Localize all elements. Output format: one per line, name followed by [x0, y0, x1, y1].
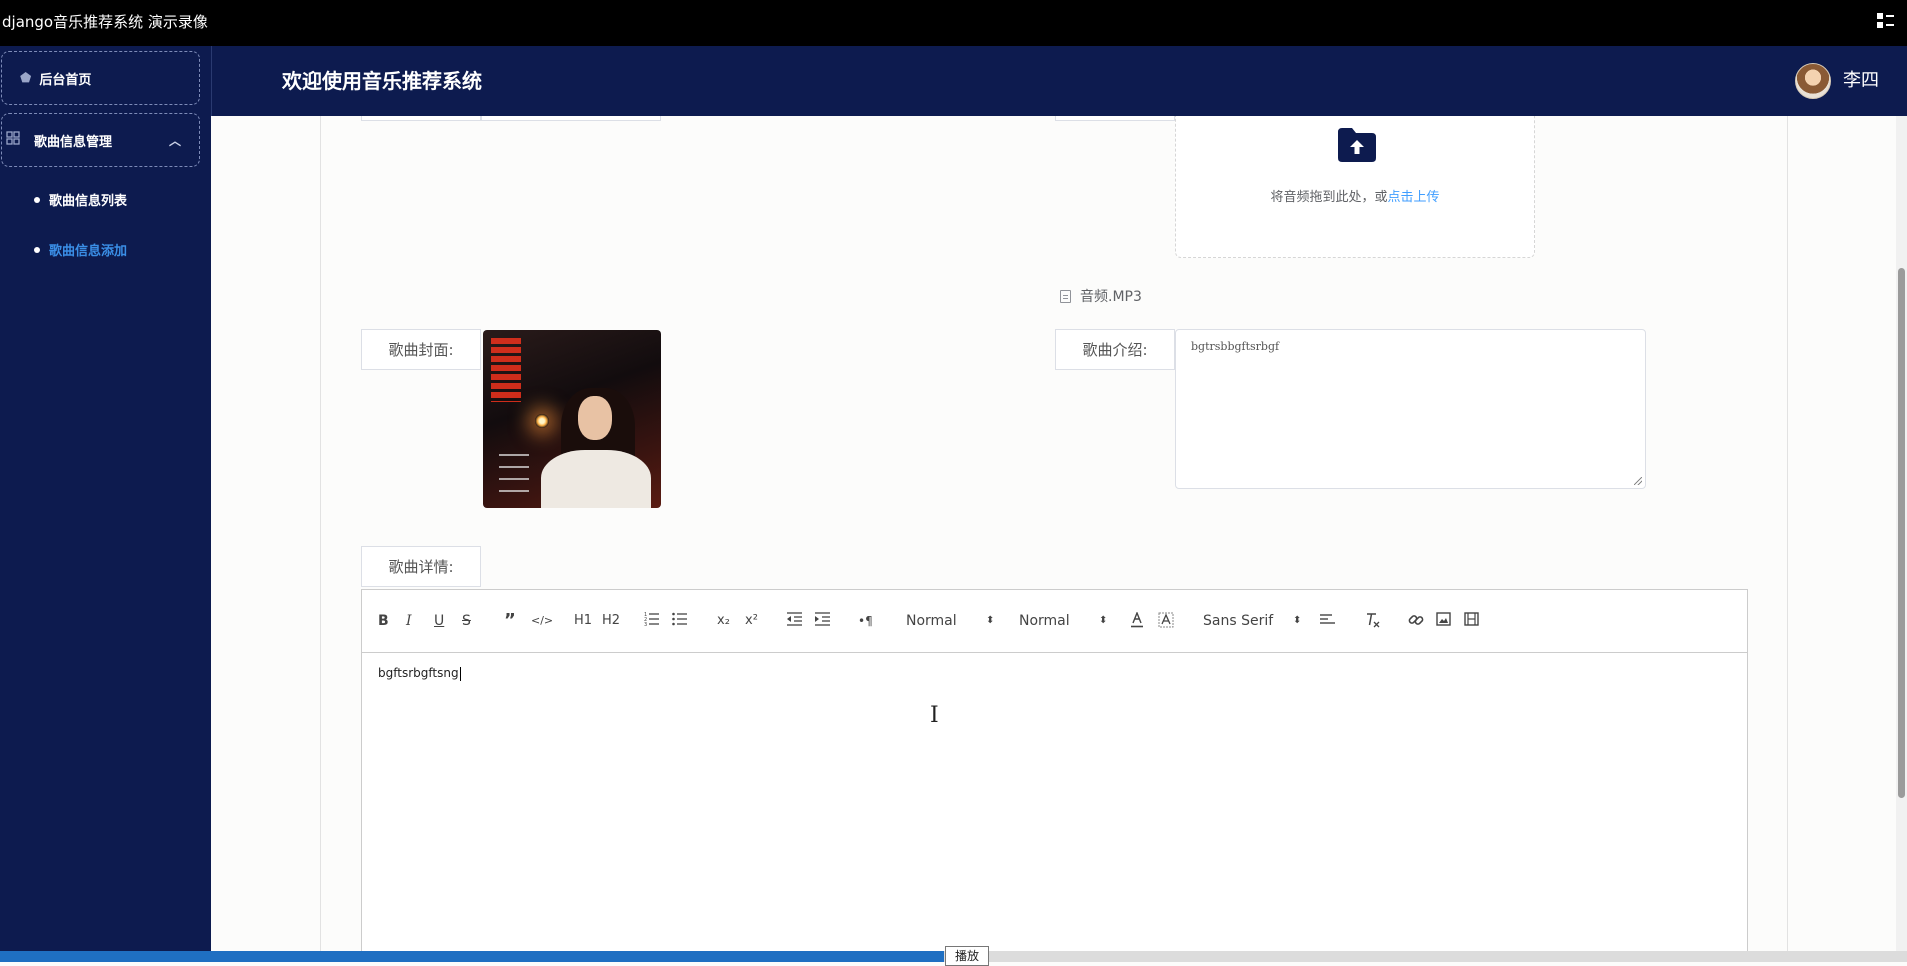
resize-handle-icon[interactable]	[1634, 477, 1642, 485]
uploaded-file-name: 音频.MP3	[1080, 289, 1142, 305]
upload-hint: 将音频拖到此处，或点击上传	[1176, 186, 1534, 205]
outdent-icon[interactable]	[787, 612, 802, 630]
bold-button[interactable]: B	[378, 612, 389, 630]
uploaded-file-item[interactable]: 音频.MP3	[1060, 286, 1142, 306]
subscript-button[interactable]: x₂	[717, 612, 730, 630]
editor-text: bgftsrbgftsng	[378, 666, 459, 680]
user-name[interactable]: 李四	[1843, 46, 1879, 116]
scrollbar-thumb[interactable]	[1898, 268, 1905, 798]
editor-content[interactable]: bgftsrbgftsng	[378, 666, 461, 681]
indent-icon[interactable]	[815, 612, 830, 630]
sidebar-item-song-list[interactable]: 歌曲信息列表	[34, 190, 127, 209]
sidebar-subitem-label: 歌曲信息添加	[49, 244, 128, 259]
background-color-icon[interactable]	[1158, 612, 1174, 630]
intro-textarea[interactable]: bgtrsbbgftsrbgf	[1175, 329, 1646, 489]
click-upload-link[interactable]: 点击上传	[1388, 190, 1440, 205]
intro-text: bgtrsbbgftsrbgf	[1191, 340, 1280, 353]
form-label-stub	[361, 116, 481, 121]
sidebar-item-label: 歌曲信息管理	[34, 134, 113, 150]
video-progress-fill	[0, 951, 944, 962]
sidebar-item-song-management[interactable]: 歌曲信息管理 ︿	[1, 113, 200, 167]
window-title: django音乐推荐系统 演示录像	[2, 13, 208, 31]
text-color-icon[interactable]	[1130, 611, 1144, 630]
home-icon: ⬟	[20, 70, 32, 86]
bullet-icon	[34, 246, 40, 253]
select-arrows-icon: ⬍	[1099, 615, 1108, 626]
font-select-value: Sans Serif	[1203, 613, 1274, 629]
avatar[interactable]	[1795, 63, 1831, 99]
video-icon[interactable]	[1464, 612, 1479, 630]
grid-icon	[6, 131, 20, 149]
page-scrollbar[interactable]	[1896, 116, 1907, 962]
upload-hint-text: 将音频拖到此处，或	[1270, 190, 1388, 205]
page-title: 欢迎使用音乐推荐系统	[282, 69, 482, 93]
italic-button[interactable]: I	[406, 612, 412, 630]
bullet-list-icon[interactable]	[672, 612, 687, 630]
font-select[interactable]: Sans Serif ⬍	[1203, 612, 1303, 630]
sidebar-item-label: 后台首页	[39, 72, 92, 88]
cover-image[interactable]	[483, 330, 661, 508]
document-icon	[1060, 289, 1071, 303]
header-select[interactable]: Normal ⬍	[1019, 612, 1109, 630]
image-icon[interactable]	[1436, 612, 1451, 630]
sidebar: ⬟ 后台首页 歌曲信息管理 ︿ 歌曲信息列表 歌曲信息添加	[0, 46, 211, 962]
intro-label: 歌曲介绍:	[1055, 329, 1175, 370]
text-cursor-icon: I	[930, 703, 939, 728]
form-input-stub	[481, 116, 661, 121]
header: 欢迎使用音乐推荐系统 李四	[211, 46, 1907, 116]
rich-text-editor: B I U S ” </> H1 H2 123 x₂ x² •¶ Normal …	[361, 589, 1748, 962]
folder-upload-icon	[1336, 126, 1378, 164]
svg-text:3: 3	[644, 622, 647, 626]
cover-label: 歌曲封面:	[361, 329, 481, 370]
size-select-value: Normal	[906, 613, 957, 629]
blockquote-button[interactable]: ”	[504, 612, 516, 630]
link-icon[interactable]	[1408, 612, 1424, 630]
select-arrows-icon: ⬍	[986, 615, 995, 626]
header-select-value: Normal	[1019, 613, 1070, 629]
code-button[interactable]: </>	[531, 612, 553, 630]
superscript-button[interactable]: x²	[745, 612, 758, 630]
chevron-up-icon: ︿	[168, 133, 181, 148]
window-menu-icon[interactable]	[1877, 13, 1895, 29]
underline-button[interactable]: U	[434, 612, 444, 630]
sidebar-subitem-label: 歌曲信息列表	[49, 194, 128, 209]
align-icon[interactable]	[1320, 612, 1335, 630]
ordered-list-icon[interactable]: 123	[644, 612, 659, 630]
strike-button[interactable]: S	[462, 612, 471, 630]
content-border-left	[320, 116, 321, 962]
h2-button[interactable]: H2	[602, 612, 620, 630]
play-tooltip: 播放	[945, 946, 989, 966]
detail-label: 歌曲详情:	[361, 546, 481, 587]
clear-format-icon[interactable]	[1365, 612, 1381, 630]
sidebar-item-song-add[interactable]: 歌曲信息添加	[34, 240, 127, 259]
bullet-icon	[34, 196, 40, 203]
text-caret	[459, 666, 461, 681]
select-arrows-icon: ⬍	[1293, 615, 1302, 626]
editor-toolbar: B I U S ” </> H1 H2 123 x₂ x² •¶ Normal …	[362, 590, 1747, 653]
text-direction-button[interactable]: •¶	[858, 612, 873, 630]
audio-upload-dropzone[interactable]: 将音频拖到此处，或点击上传	[1175, 116, 1535, 258]
window-titlebar: django音乐推荐系统 演示录像	[0, 0, 1907, 46]
content-border-right	[1787, 116, 1788, 962]
sidebar-item-home[interactable]: ⬟ 后台首页	[1, 51, 200, 105]
h1-button[interactable]: H1	[574, 612, 592, 630]
form-label-stub	[1055, 116, 1175, 121]
size-select[interactable]: Normal ⬍	[906, 612, 996, 630]
